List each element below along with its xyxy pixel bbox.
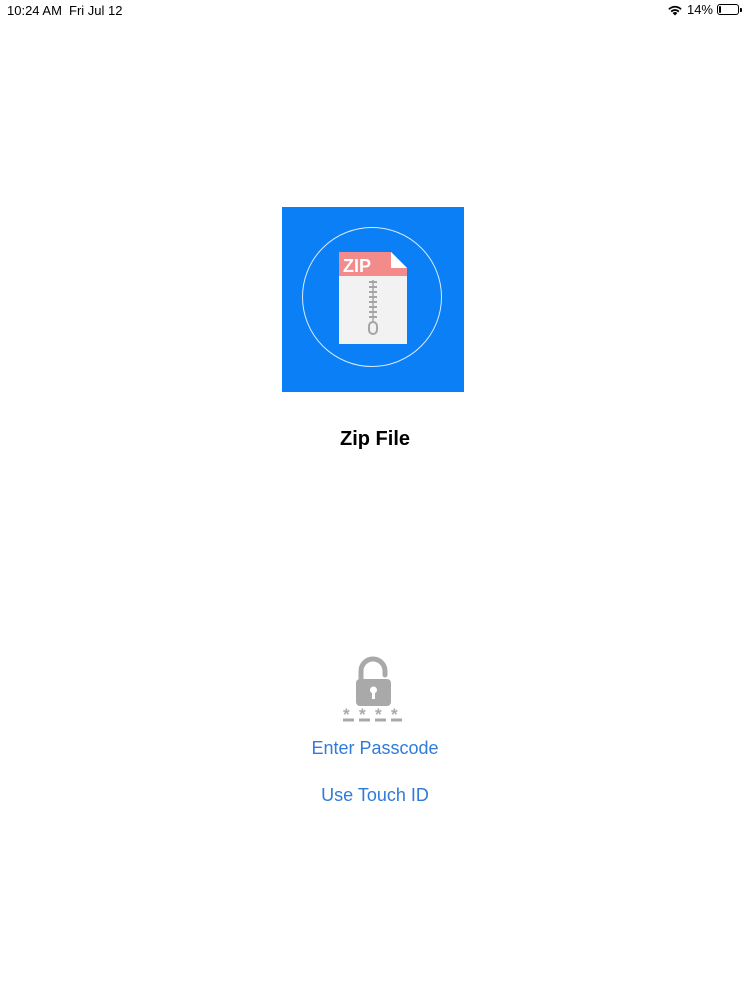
battery-percentage: 14% <box>686 2 713 17</box>
status-date: Fri Jul 12 <box>69 3 123 18</box>
status-bar: 10:24 AM Fri Jul 12 14% <box>0 0 750 22</box>
passcode-lock-screen: 10:24 AM Fri Jul 12 14% ZIP Zip File * *… <box>0 0 750 1000</box>
use-touch-id-button[interactable]: Use Touch ID <box>0 785 750 806</box>
zip-badge-text: ZIP <box>343 256 371 276</box>
zip-file-icon: ZIP <box>282 207 464 392</box>
battery-icon <box>717 4 743 16</box>
status-indicators: 14% <box>667 2 743 17</box>
app-name: Zip File <box>340 428 410 450</box>
zip-document-icon: ZIP <box>339 252 407 344</box>
enter-passcode-button[interactable]: Enter Passcode <box>0 738 750 759</box>
status-time: 10:24 AM <box>7 3 62 18</box>
padlock-icon: * * * * <box>343 656 402 722</box>
wifi-icon <box>667 4 683 16</box>
